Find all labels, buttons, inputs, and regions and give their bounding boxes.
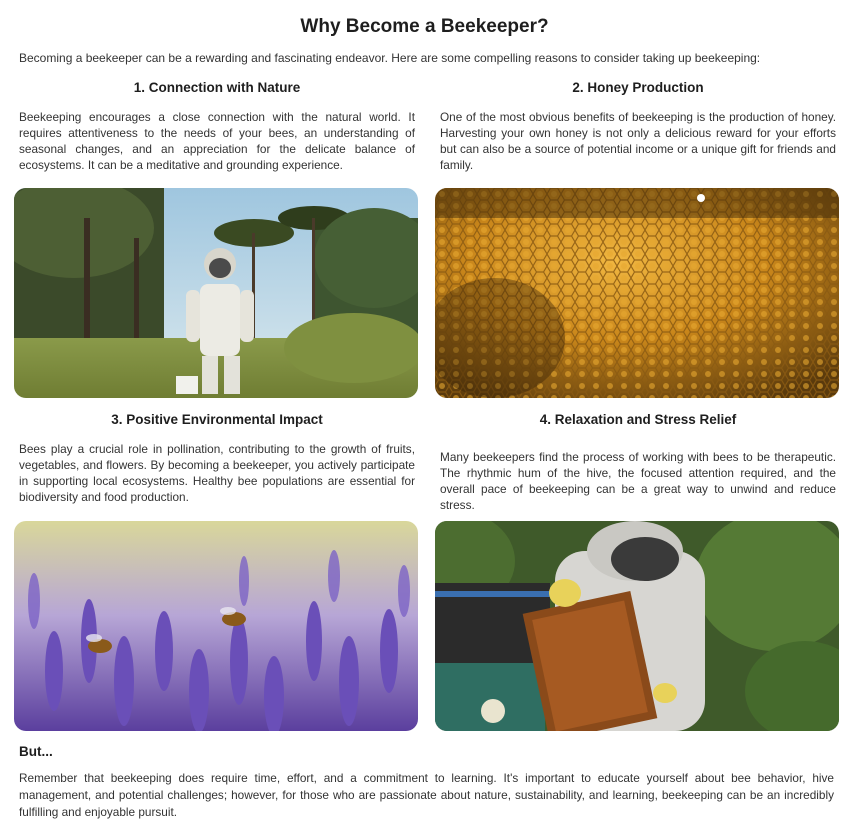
beekeeper-forest-image [14,188,418,398]
section-environmental-impact: 3. Positive Environmental Impact Bees pl… [19,412,415,505]
lavender-bees-image [14,521,418,731]
page-title: Why Become a Beekeeper? [300,16,549,37]
section-heading: 3. Positive Environmental Impact [111,412,323,427]
section-text: Bees play a crucial role in pollination,… [19,442,415,504]
section-honey-production: 2. Honey Production One of the most obvi… [440,80,836,173]
section-text: Many beekeepers find the process of work… [440,450,836,512]
section-heading: 4. Relaxation and Stress Relief [539,412,737,427]
section-heading: 2. Honey Production [572,80,704,95]
intro-text: Becoming a beekeeper can be a rewarding … [19,51,761,65]
section-connection-with-nature: 1. Connection with Nature Beekeeping enc… [19,80,415,173]
section-text: Beekeeping encourages a close connection… [19,110,415,172]
section-heading: 1. Connection with Nature [133,80,301,95]
but-heading: But... [19,744,53,759]
section-text: One of the most obvious benefits of beek… [440,110,836,172]
beekeeper-frame-image [435,521,839,731]
but-text: Remember that beekeeping does require ti… [19,771,834,819]
beekeeper-page: Why Become a Beekeeper? Becoming a beeke… [0,0,849,823]
section-relaxation: 4. Relaxation and Stress Relief Many bee… [440,412,836,513]
honeycomb-image [435,188,839,398]
